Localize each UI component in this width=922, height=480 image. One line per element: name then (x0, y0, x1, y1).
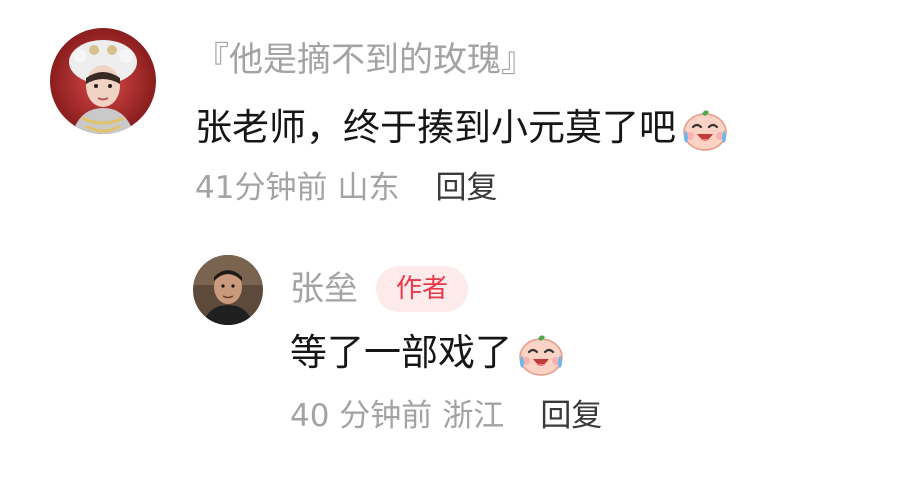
comment-text: 张老师，终于揍到小元莫了吧 (195, 106, 676, 149)
reply-username-row: 张垒 作者 (290, 266, 469, 312)
comment-reply-button[interactable]: 回复 (435, 170, 497, 206)
reply-location: 浙江 (442, 398, 505, 434)
laugh-cry-emoji-icon (680, 103, 730, 153)
comment-time: 41分钟前 (195, 170, 328, 206)
reply-username[interactable]: 张垒 (290, 269, 358, 309)
comment-meta: 41分钟前 山东 回复 (195, 168, 497, 208)
laugh-cry-emoji-icon (516, 328, 566, 378)
comment-avatar[interactable] (50, 28, 156, 134)
reply-text: 等了一部戏了 (290, 331, 512, 374)
reply-time: 40 分钟前 (290, 398, 433, 434)
reply-avatar[interactable] (193, 255, 263, 325)
comment-text-row: 张老师，终于揍到小元莫了吧 (195, 103, 730, 153)
comment-username[interactable]: 『他是摘不到的玫瑰』 (195, 40, 535, 80)
author-badge: 作者 (376, 266, 469, 312)
comment-location: 山东 (337, 170, 400, 206)
reply-meta: 40 分钟前 浙江 回复 (290, 396, 602, 436)
reply-text-row: 等了一部戏了 (290, 328, 566, 378)
reply-reply-button[interactable]: 回复 (540, 398, 602, 434)
